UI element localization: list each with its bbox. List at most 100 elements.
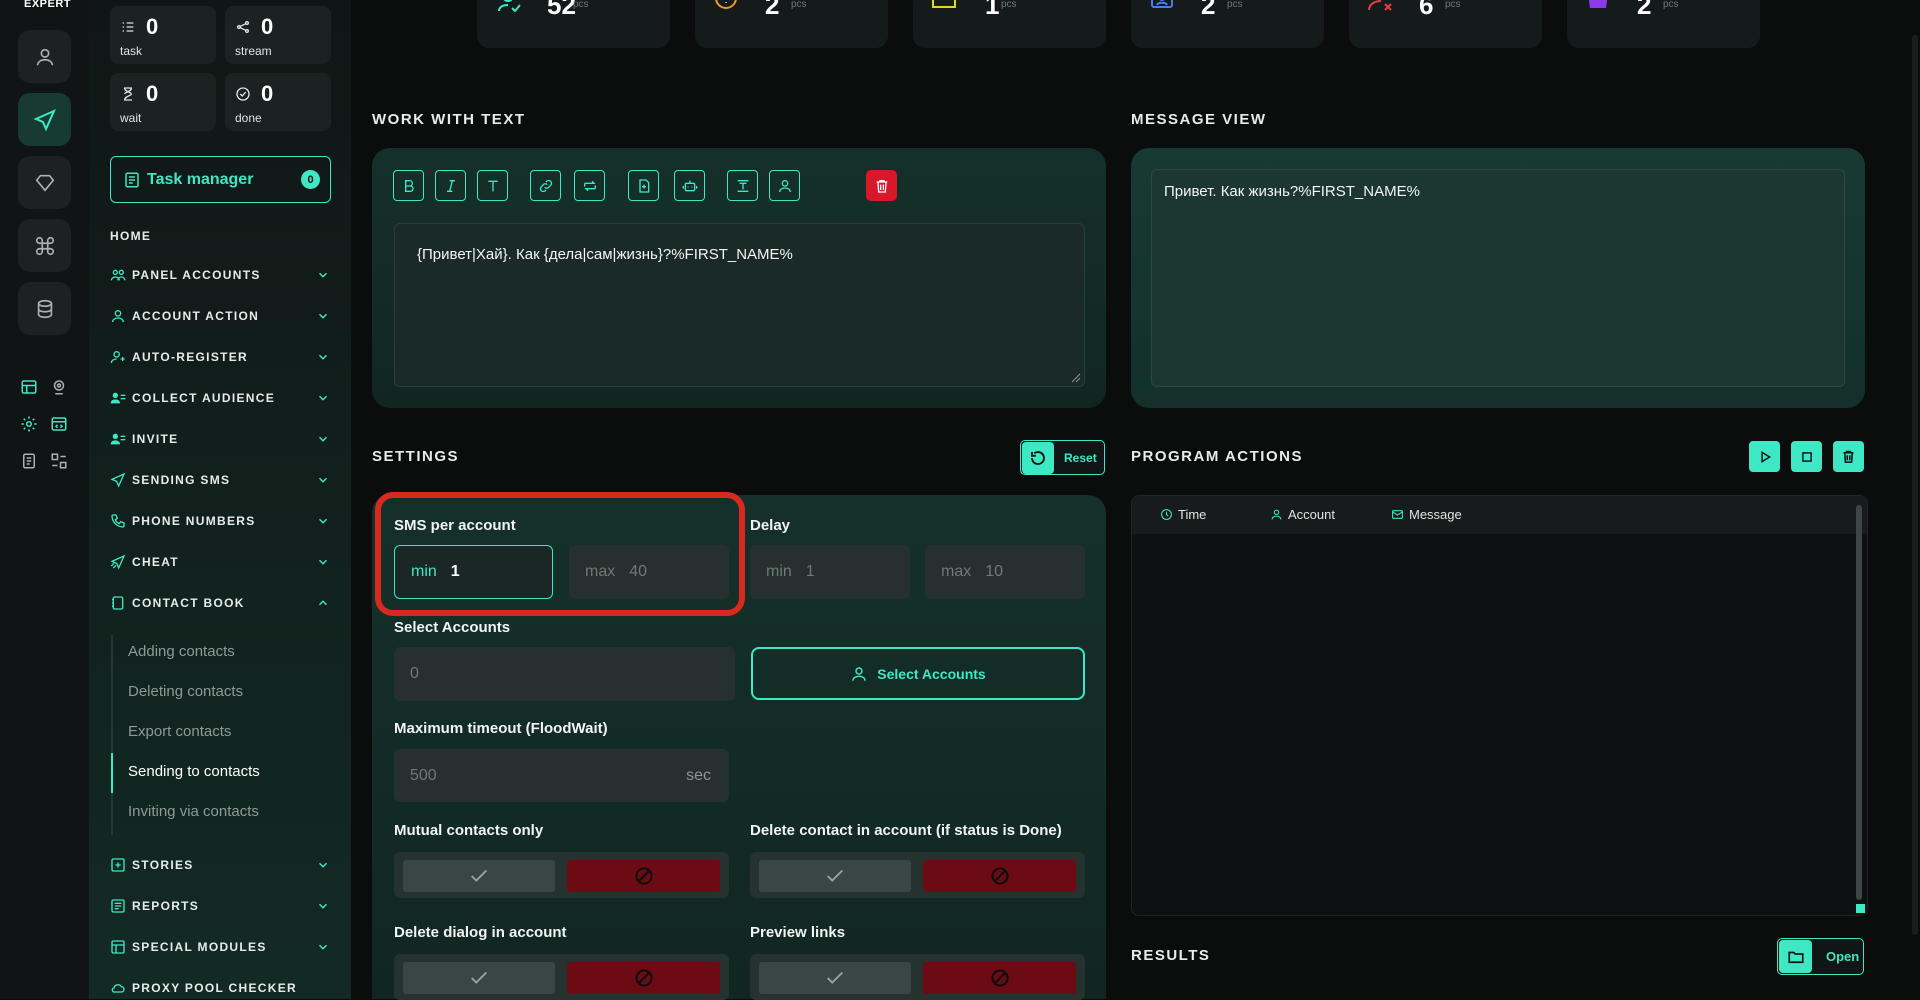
database-rail-button[interactable]	[18, 282, 71, 335]
timeout-input[interactable]: 500 sec	[394, 749, 729, 802]
delete-contact-toggle[interactable]	[750, 852, 1085, 898]
nav-sending-sms[interactable]: SENDING SMS	[110, 470, 332, 490]
sub-inviting-via-contacts[interactable]: Inviting via contacts	[128, 803, 259, 820]
column-time[interactable]: Time	[1160, 507, 1206, 522]
summary-card-blocked[interactable]: 6 pcs	[1349, 0, 1542, 48]
nav-panel-accounts[interactable]: PANEL ACCOUNTS	[110, 265, 332, 285]
preview-links-toggle[interactable]	[750, 954, 1085, 1000]
code-window-icon[interactable]	[48, 413, 70, 435]
nav-collect-audience[interactable]: COLLECT AUDIENCE	[110, 388, 332, 408]
folder-icon	[932, 0, 956, 8]
nav-cheat[interactable]: CHEAT	[110, 552, 332, 572]
repeat-button[interactable]	[574, 170, 605, 201]
summary-card-online[interactable]: 52 pcs	[477, 0, 670, 48]
clock-icon	[1161, 509, 1172, 520]
log-scrollbar[interactable]	[1856, 505, 1862, 900]
webcam-icon[interactable]	[48, 376, 70, 398]
clear-log-button[interactable]	[1833, 441, 1864, 472]
table-icon[interactable]	[18, 376, 40, 398]
check-icon	[827, 971, 843, 984]
summary-card-warning[interactable]: 2 pcs	[695, 0, 888, 48]
task-manager-count: 0	[301, 170, 320, 189]
delete-contact-label: Delete contact in account (if status is …	[750, 822, 1062, 839]
nav-contact-book[interactable]: CONTACT BOOK	[110, 593, 332, 613]
clear-text-button[interactable]	[866, 170, 897, 201]
first-name-button[interactable]	[769, 170, 800, 201]
stop-button[interactable]	[1791, 441, 1822, 472]
document-list-icon[interactable]	[18, 450, 40, 472]
profile-rail-button[interactable]	[18, 30, 71, 83]
bold-button[interactable]	[393, 170, 424, 201]
nav-reports[interactable]: REPORTS	[110, 896, 332, 916]
exchange-icon[interactable]	[48, 450, 70, 472]
toggle-on-button[interactable]	[403, 962, 555, 994]
nav-stories[interactable]: STORIES	[110, 855, 332, 875]
start-button[interactable]	[1749, 441, 1780, 472]
delay-min-input[interactable]: min 1	[750, 545, 910, 599]
delete-dialog-toggle[interactable]	[394, 954, 729, 1000]
command-icon	[35, 236, 54, 255]
toggle-off-button[interactable]	[923, 962, 1076, 994]
italic-button[interactable]	[435, 170, 466, 201]
summary-card-premium[interactable]: 2 pcs	[1567, 0, 1760, 48]
italic-icon	[446, 179, 455, 192]
toggle-on-button[interactable]	[759, 962, 911, 994]
resize-handle-icon[interactable]	[1071, 373, 1081, 383]
user-icon	[36, 48, 53, 65]
sub-adding-contacts[interactable]: Adding contacts	[128, 643, 235, 660]
warning-icon	[715, 0, 737, 9]
reset-button[interactable]: Reset	[1020, 440, 1105, 475]
toggle-on-button[interactable]	[403, 860, 555, 892]
send-fast-icon	[110, 554, 126, 570]
column-account[interactable]: Account	[1270, 507, 1335, 522]
work-with-text-title: WORK WITH TEXT	[372, 111, 526, 128]
nav-auto-register[interactable]: AUTO-REGISTER	[110, 347, 332, 367]
toggle-off-button[interactable]	[567, 962, 720, 994]
toggle-off-button[interactable]	[923, 860, 1076, 892]
results-title: RESULTS	[1131, 947, 1211, 964]
open-results-button[interactable]: Open	[1777, 938, 1864, 975]
send-icon	[33, 108, 56, 131]
folder-open-icon	[1787, 951, 1804, 963]
sub-export-contacts[interactable]: Export contacts	[128, 723, 231, 740]
column-message[interactable]: Message	[1391, 507, 1462, 522]
sub-sending-to-contacts[interactable]: Sending to contacts	[128, 763, 260, 780]
diamond-rail-button[interactable]	[18, 156, 71, 209]
page-scrollbar[interactable]	[1912, 35, 1918, 935]
block-icon	[634, 969, 653, 987]
submenu-active-marker	[111, 753, 113, 793]
toggle-on-button[interactable]	[759, 860, 911, 892]
task-manager-button[interactable]: Task manager 0	[110, 156, 331, 203]
template-button[interactable]	[727, 170, 758, 201]
resize-handle-icon[interactable]	[1856, 904, 1865, 913]
settings-gear-icon[interactable]	[18, 413, 40, 435]
nav-account-action[interactable]: ACCOUNT ACTION	[110, 306, 332, 326]
summary-card-id[interactable]: 2 pcs	[1131, 0, 1324, 48]
mutual-contacts-toggle[interactable]	[394, 852, 729, 898]
send-rail-button[interactable]	[18, 93, 71, 146]
delay-max-input[interactable]: max 10	[925, 545, 1085, 599]
insert-file-button[interactable]	[628, 170, 659, 201]
nav-home[interactable]: HOME	[110, 226, 332, 246]
chevron-up-icon	[318, 600, 328, 606]
nav-proxy-pool-checker[interactable]: PROXY POOL CHECKER	[110, 978, 332, 998]
stat-stream: 0 stream	[225, 6, 331, 64]
modules-icon	[111, 940, 125, 954]
nav-phone-numbers[interactable]: PHONE NUMBERS	[110, 511, 332, 531]
text-button[interactable]	[477, 170, 508, 201]
select-accounts-button[interactable]: Select Accounts	[751, 647, 1085, 700]
block-icon	[990, 969, 1009, 987]
sub-deleting-contacts[interactable]: Deleting contacts	[128, 683, 243, 700]
link-button[interactable]	[530, 170, 561, 201]
stat-task: 0 task	[110, 6, 216, 64]
diamond-icon	[35, 174, 54, 192]
chevron-down-icon	[318, 395, 328, 401]
nav-invite[interactable]: INVITE	[110, 429, 332, 449]
toggle-off-button[interactable]	[567, 860, 720, 892]
command-rail-button[interactable]	[18, 219, 71, 272]
summary-card-folder[interactable]: 1 pcs	[913, 0, 1106, 48]
chevron-down-icon	[318, 477, 328, 483]
message-template-textarea[interactable]: {Привет|Хай}. Как {дела|сам|жизнь}?%FIRS…	[394, 223, 1085, 387]
nav-special-modules[interactable]: SPECIAL MODULES	[110, 937, 332, 957]
bot-button[interactable]	[674, 170, 705, 201]
